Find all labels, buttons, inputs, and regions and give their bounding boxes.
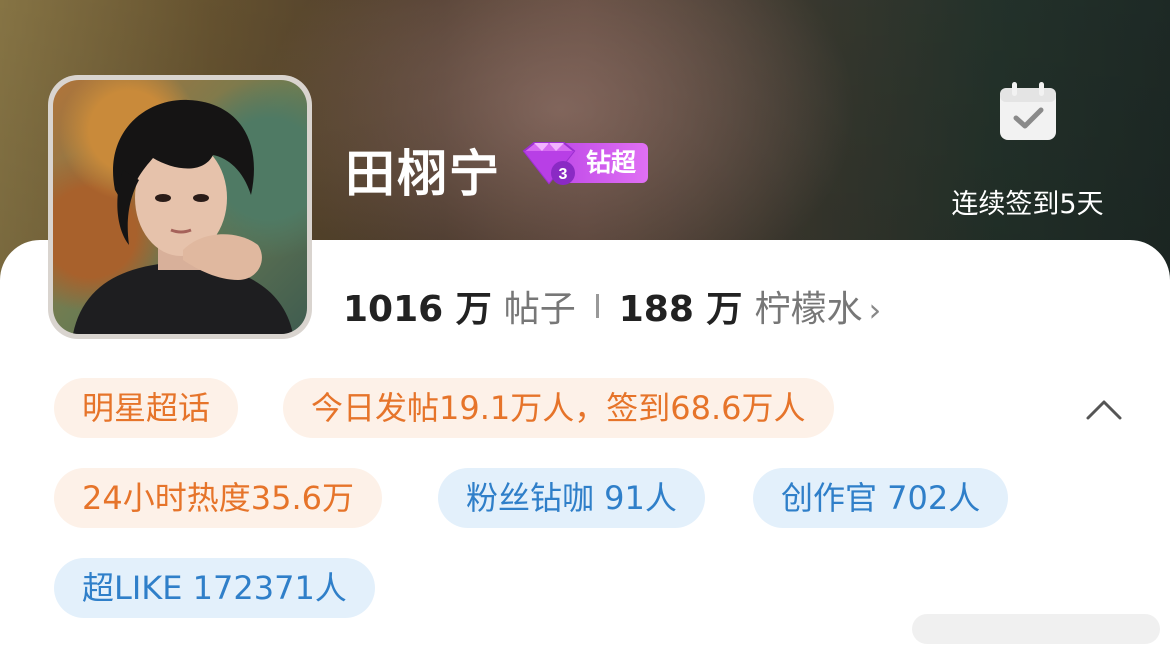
tag-creator[interactable]: 创作官 702人 xyxy=(753,468,1009,528)
tag-today-activity[interactable]: 今日发帖19.1万人，签到68.6万人 xyxy=(283,378,834,438)
avatar-photo xyxy=(53,80,307,334)
diamond-icon: 3 xyxy=(520,141,578,185)
page-title: 田栩宁 xyxy=(345,145,501,203)
chevron-up-icon[interactable] xyxy=(1082,390,1126,426)
avatar[interactable] xyxy=(48,75,312,339)
checkin-label: 连续签到5天 xyxy=(951,189,1104,220)
divider xyxy=(595,294,599,318)
posts-count: 1016 万 xyxy=(343,289,492,330)
tag-fan-diamond[interactable]: 粉丝钻咖 91人 xyxy=(438,468,705,528)
tag-star-topic[interactable]: 明星超话 xyxy=(54,378,239,438)
chevron-right-icon: › xyxy=(868,291,882,329)
badge-level: 3 xyxy=(559,166,568,183)
scrollbar[interactable] xyxy=(912,614,1160,644)
calendar-check-icon xyxy=(999,82,1056,140)
posts-label: 帖子 xyxy=(503,289,576,330)
tag-24h-heat[interactable]: 24小时热度35.6万 xyxy=(54,468,382,528)
tag-super-like[interactable]: 超LIKE 172371人 xyxy=(54,558,375,618)
checkin-button[interactable]: 连续签到5天 xyxy=(940,80,1115,221)
stats-row[interactable]: 1016 万 帖子 188 万 柠檬水 › xyxy=(343,280,881,332)
fans-count: 188 万 xyxy=(618,289,743,330)
status-badge[interactable]: 3 钻超 xyxy=(520,141,649,185)
fans-label: 柠檬水 xyxy=(754,289,863,330)
